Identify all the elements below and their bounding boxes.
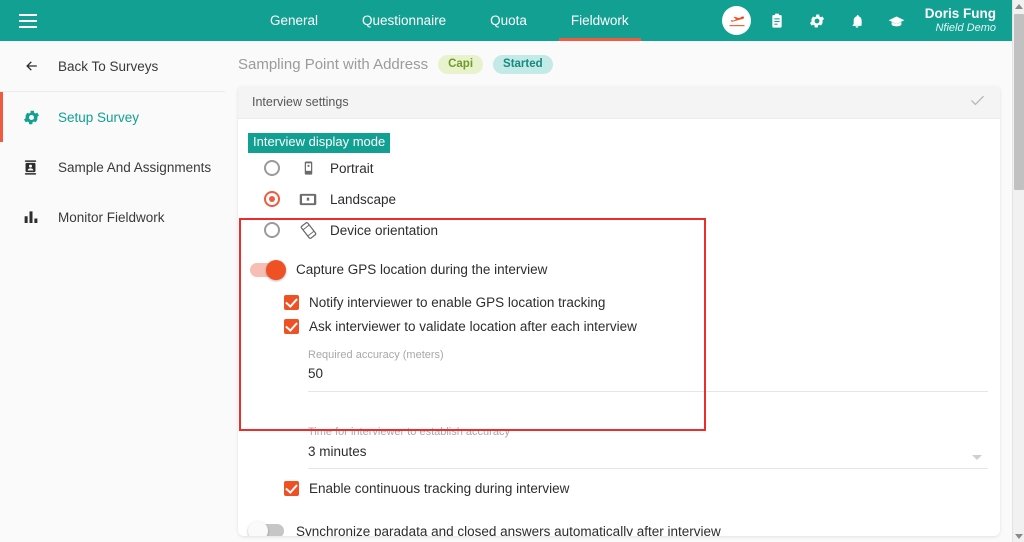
plane-icon-button[interactable] <box>717 0 757 41</box>
hamburger-menu-icon[interactable] <box>0 0 56 41</box>
user-account-menu[interactable]: Doris Fung Nfield Demo <box>925 6 1000 34</box>
scroll-down-arrow-icon[interactable] <box>1013 530 1024 542</box>
plane-icon <box>722 6 752 35</box>
sidebar-item-setup-survey-label: Setup Survey <box>58 109 140 125</box>
page-title: Sampling Point with Address <box>238 56 429 73</box>
synchronize-paradata-label: Synchronize paradata and closed answers … <box>296 523 721 536</box>
required-accuracy-label: Required accuracy (meters) <box>308 348 444 361</box>
bell-icon <box>852 14 862 28</box>
main-nav-tabs: General Questionnaire Quota Fieldwork <box>248 0 651 41</box>
interview-display-mode-label: Interview display mode <box>248 133 391 153</box>
gps-validate-label: Ask interviewer to validate location aft… <box>309 319 637 335</box>
device-rotate-icon <box>296 221 320 240</box>
continuous-tracking-checkbox[interactable] <box>284 480 299 496</box>
gear-icon <box>22 108 52 127</box>
sidebar-item-setup-survey[interactable]: Setup Survey <box>0 92 225 142</box>
check-icon <box>969 92 986 112</box>
synchronize-paradata-toggle[interactable] <box>248 521 284 536</box>
notifications-bell-icon-button[interactable] <box>837 0 877 41</box>
back-to-surveys-label: Back To Surveys <box>58 58 159 74</box>
scrollbar-thumb[interactable] <box>1014 14 1024 190</box>
top-navigation-bar: General Questionnaire Quota Fieldwork Do… <box>0 0 1012 41</box>
settings-gear-icon-button[interactable] <box>797 0 837 41</box>
arrow-left-icon <box>22 58 52 74</box>
required-accuracy-field[interactable]: Required accuracy (meters) 50 <box>308 339 988 393</box>
tab-fieldwork-label: Fieldwork <box>570 13 629 28</box>
tab-general[interactable]: General <box>248 0 340 41</box>
interview-settings-body: Interview display mode Portrait Landscap… <box>238 119 1000 536</box>
interview-settings-title: Interview settings <box>252 95 349 109</box>
back-to-surveys-link[interactable]: Back To Surveys <box>0 41 225 91</box>
status-badge-capi: Capi <box>438 55 484 74</box>
radio-device-orientation[interactable] <box>264 222 280 239</box>
gps-notify-checkbox-row[interactable]: Notify interviewer to enable GPS locatio… <box>238 291 1000 315</box>
gps-validate-checkbox-row[interactable]: Ask interviewer to validate location aft… <box>238 315 1000 339</box>
topbar-actions: Doris Fung Nfield Demo <box>717 0 1012 41</box>
display-mode-landscape-label: Landscape <box>330 191 397 207</box>
display-mode-portrait-label: Portrait <box>330 160 374 176</box>
sidebar-item-sample-and-assignments[interactable]: Sample And Assignments <box>0 142 225 192</box>
clipboard-icon-button[interactable] <box>757 0 797 41</box>
display-mode-option-device-orientation[interactable]: Device orientation <box>238 215 1000 246</box>
tablet-landscape-icon <box>296 192 320 207</box>
continuous-tracking-checkbox-row[interactable]: Enable continuous tracking during interv… <box>238 476 1000 500</box>
chevron-down-icon[interactable] <box>972 455 982 461</box>
learning-cap-icon-button[interactable] <box>877 0 917 41</box>
sidebar-item-monitor-fieldwork-label: Monitor Fieldwork <box>58 209 165 225</box>
page-header: Sampling Point with Address Capi Started <box>225 41 1012 86</box>
tab-questionnaire[interactable]: Questionnaire <box>340 0 468 41</box>
continuous-tracking-label: Enable continuous tracking during interv… <box>309 480 570 496</box>
gear-icon <box>809 14 824 27</box>
tab-quota[interactable]: Quota <box>468 0 549 41</box>
gps-notify-checkbox[interactable] <box>284 295 299 311</box>
tab-general-label: General <box>270 13 319 28</box>
scroll-up-arrow-icon[interactable] <box>1013 0 1024 12</box>
bar-chart-icon <box>22 208 52 226</box>
contact-card-icon <box>22 158 52 177</box>
main-content: Sampling Point with Address Capi Started… <box>225 41 1012 542</box>
page-scrollbar[interactable] <box>1012 0 1024 542</box>
user-name: Doris Fung <box>924 6 996 22</box>
left-sidebar: Back To Surveys Setup Survey Sample And … <box>0 41 225 542</box>
tab-questionnaire-label: Questionnaire <box>362 13 447 28</box>
sidebar-item-sample-and-assignments-label: Sample And Assignments <box>58 159 212 175</box>
gps-capture-toggle[interactable] <box>250 259 286 280</box>
phone-portrait-icon <box>296 159 320 177</box>
gps-notify-label: Notify interviewer to enable GPS locatio… <box>309 295 606 311</box>
interview-settings-card: Interview settings Interview display mod… <box>238 86 1000 536</box>
radio-portrait[interactable] <box>264 160 280 177</box>
tab-quota-label: Quota <box>490 13 527 28</box>
sidebar-item-monitor-fieldwork[interactable]: Monitor Fieldwork <box>0 192 225 242</box>
field-spacer <box>238 392 1000 416</box>
tab-fieldwork[interactable]: Fieldwork <box>549 0 651 41</box>
radio-landscape[interactable] <box>264 191 280 208</box>
required-accuracy-value: 50 <box>308 366 324 382</box>
time-to-establish-accuracy-label: Time for interviewer to establish accura… <box>308 426 510 439</box>
time-to-establish-accuracy-field[interactable]: Time for interviewer to establish accura… <box>308 416 988 470</box>
interview-settings-header: Interview settings <box>238 86 1000 119</box>
display-mode-device-orientation-label: Device orientation <box>330 222 439 238</box>
gps-capture-toggle-row[interactable]: Capture GPS location during the intervie… <box>238 255 1000 285</box>
synchronize-paradata-toggle-row[interactable]: Synchronize paradata and closed answers … <box>238 516 1000 536</box>
gps-capture-toggle-label: Capture GPS location during the intervie… <box>296 262 548 278</box>
status-badge-started: Started <box>493 55 553 74</box>
clipboard-icon <box>772 13 782 28</box>
display-mode-option-landscape[interactable]: Landscape <box>238 184 1000 215</box>
user-organization: Nfield Demo <box>935 21 996 34</box>
graduation-cap-icon <box>888 16 905 26</box>
display-mode-option-portrait[interactable]: Portrait <box>238 153 1000 184</box>
time-to-establish-accuracy-value: 3 minutes <box>308 443 367 459</box>
gps-validate-checkbox[interactable] <box>284 319 299 335</box>
